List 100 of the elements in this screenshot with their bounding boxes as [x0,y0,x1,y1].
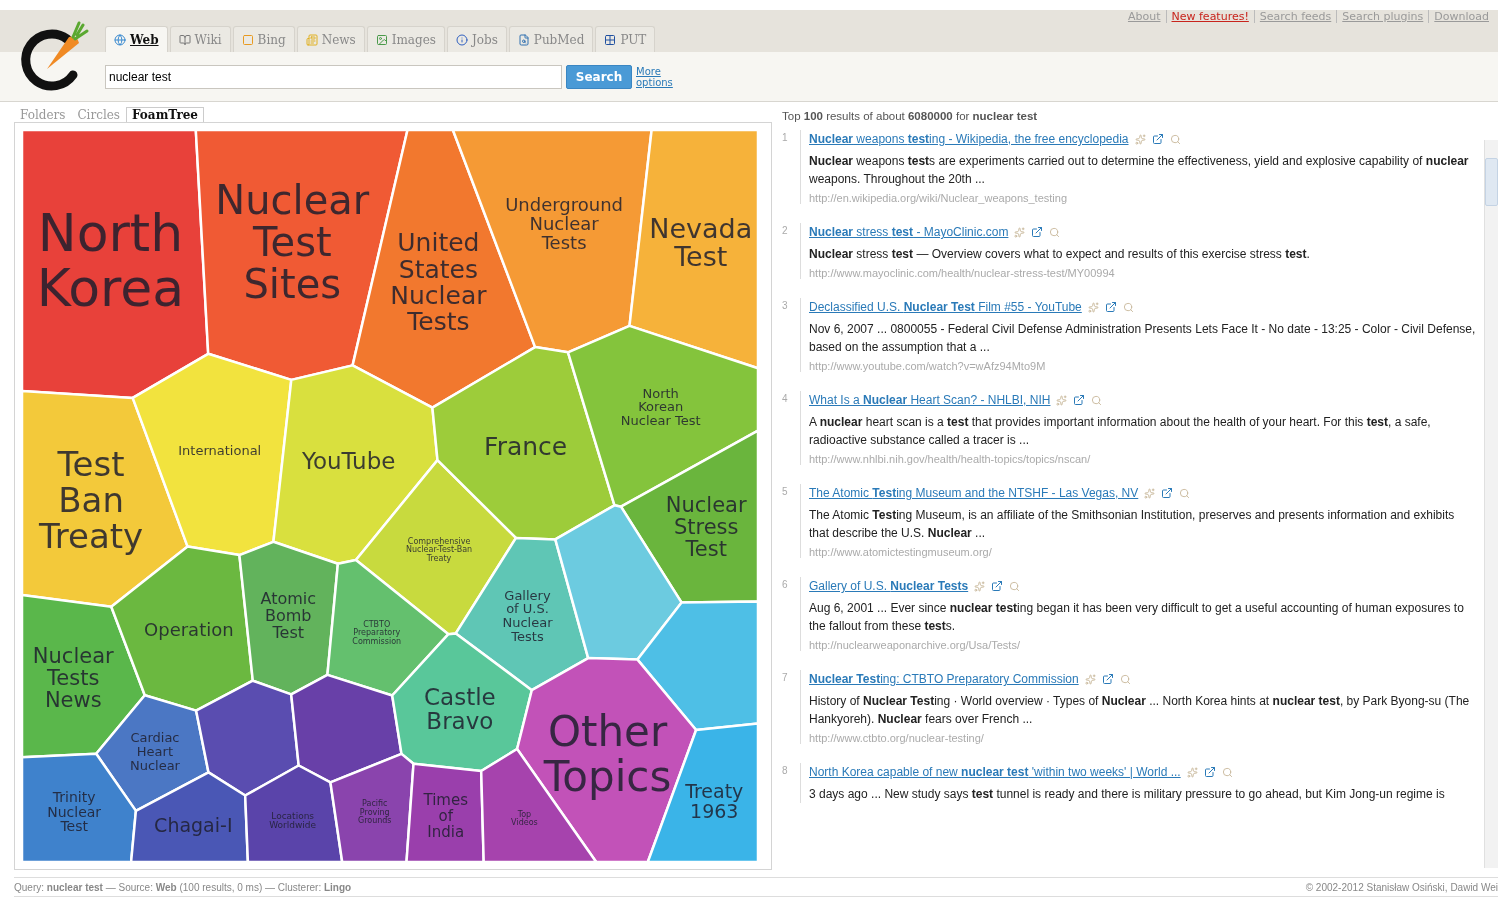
result-number: 8 [782,764,789,778]
result-snippet: A nuclear heart scan is a test that provides important information about the health of your heart. For this test, a safe, radioactive substance called a tracer is ... [809,414,1432,449]
result-snippet: 3 days ago ... New study says test tunnel is ready and there is military pressure to go ahead, but Kim Jong-un regime is [809,786,1446,803]
view-tab[interactable]: Folders [14,107,72,122]
result-url: http://www.atomictestingmuseum.org/ [809,546,993,558]
source-tab[interactable]: Jobs [446,26,507,52]
cluster-label: International [178,443,262,458]
cluster-label: Trinity Nuclear Test [47,788,102,835]
header-link[interactable]: About [1122,10,1166,23]
result-title-link[interactable]: What Is a Nuclear Heart Scan? - NHLBI, NIH [809,393,1051,407]
result-url: http://www.youtube.com/watch?v=wAfz94Mto9M [809,360,1047,372]
result-number: 6 [782,578,789,592]
external-link-icon[interactable] [1203,766,1216,778]
source-tab[interactable]: Images [366,26,445,52]
book-icon [178,33,191,46]
result-snippet: Aug 6, 2001 ... Ever since nuclear testing began it has been very difficult to get a useful accounting of human exposures to the fallout from these tests. [809,600,1465,635]
status-query: Query: nuclear test — Source: Web (100 results, 0 ms) — Clusterer: Lingo [14,881,352,893]
result-snippet: Nuclear weapons tests are experiments carried out to determine the effectiveness, yield and explosive capability of nuclear weapons. Throughout the 20th ... [809,153,1470,188]
result-number: 3 [782,299,789,313]
cluster-label: Gallery of U.S. Nuclear Tests [502,587,553,644]
cluster-label: North Korean Nuclear Test [620,385,701,429]
cluster-cell[interactable] [628,128,760,370]
cluster-label: CTBTO Preparatory Commission [352,619,402,646]
view-tab[interactable]: FoamTree [126,107,204,122]
square-icon [241,33,254,46]
header-link[interactable]: Search feeds [1253,10,1337,23]
source-tab[interactable]: PUT [595,26,656,52]
cluster-label: Locations Worldwide [269,810,317,831]
grid-icon [604,33,617,46]
result-snippet: The Atomic Testing Museum, is an affiliate of the Smithsonian Institution, preserves and presents information and exhibits that describe the U.S. Nuclear ... [809,507,1456,542]
external-link-icon[interactable] [1161,487,1174,499]
cluster-label: Nevada Test [649,212,753,273]
result-number: 1 [782,131,789,145]
cluster-label: Nuclear Test Sites [215,177,370,307]
result-title-link[interactable]: Nuclear stress test - MayoClinic.com [809,225,1009,239]
header-link[interactable]: Download [1428,10,1494,23]
result-snippet: Nuclear stress test — Overview covers what to expect and results of this exercise stress test. [809,246,1311,263]
image-icon [375,33,388,46]
cluster-label: Top Videos [511,809,538,828]
header-link[interactable]: Search plugins [1336,10,1429,23]
cluster-label: Atomic Bomb Test [260,589,317,642]
result-title-link[interactable]: North Korea capable of new nuclear test 'within two weeks' | World ... [809,765,1181,779]
info-icon [455,33,468,46]
globe-icon [114,33,126,46]
cluster-label: France [484,432,568,462]
cluster-cell[interactable] [194,679,300,797]
result-snippet: History of Nuclear Testing · World overview · Types of Nuclear ... North Korea hints at nuclear test, by Park Byong-su (The Hankyoreh). Nuclear fears over French ... [809,693,1471,728]
cluster-label: North Korea [36,203,185,318]
newspaper-icon [305,33,318,46]
result-title-link[interactable]: The Atomic Testing Museum and the NTSHF - Las Vegas, NV [809,486,1139,500]
cluster-label: Times of India [423,791,468,841]
result-title-link[interactable]: Gallery of U.S. Nuclear Tests [809,579,969,593]
external-link-icon[interactable] [991,580,1004,592]
cluster-cell[interactable] [20,128,210,400]
result-number: 2 [782,224,789,238]
source-tab[interactable]: Web [105,26,168,52]
external-link-icon[interactable] [1073,394,1086,406]
source-tab[interactable]: News [296,26,365,52]
cluster-cell[interactable] [129,771,250,864]
result-url: http://www.ctbto.org/nuclear-testing/ [809,732,985,744]
external-link-icon[interactable] [1104,301,1117,313]
result-number: 4 [782,392,789,406]
external-link-icon[interactable] [1151,133,1164,145]
cluster-label: Comprehensive Nuclear-Test-Ban Treaty [405,536,473,563]
copyright-text: © 2002-2012 Stanisław Osiński, Dawid Wei [1305,881,1498,893]
source-tab[interactable]: PubMed [508,26,594,52]
cluster-label: United States Nuclear Tests [390,228,487,337]
cluster-label: Cardiac Heart Nuclear [129,730,180,773]
document-search-icon [517,33,530,46]
search-field[interactable]: nuclear test [105,65,562,89]
external-link-icon[interactable] [1101,673,1114,685]
result-title-link[interactable]: Nuclear weapons testing - Wikipedia, the free encyclopedia [809,132,1129,146]
cluster-label: Chagai-I [154,813,233,836]
cluster-label: Treaty 1963 [685,779,744,822]
result-number: 5 [782,485,789,499]
results-summary: Top 100 results of about 6080000 for nuclear test [782,110,1039,122]
cluster-cell[interactable] [243,764,344,864]
result-url: http://nuclearweaponarchive.org/Usa/Tests/ [809,639,1021,651]
cluster-label: Operation [144,618,234,640]
result-number: 7 [782,671,789,685]
scrollbar[interactable] [1484,140,1498,868]
more-options-link[interactable]: More options [636,66,676,88]
result-title-link[interactable]: Declassified U.S. Nuclear Test Film #55 - YouTube [809,300,1082,314]
external-link-icon[interactable] [1031,226,1044,238]
cluster-cell[interactable] [289,673,403,784]
cluster-cell[interactable] [329,752,415,864]
search-button[interactable]: Search [566,65,632,89]
source-tab[interactable]: Wiki [169,26,231,52]
cluster-label: Other Topics [543,707,672,801]
result-url: http://en.wikipedia.org/wiki/Nuclear_weapons_testing [809,192,1069,204]
source-tab[interactable]: Bing [232,26,295,52]
result-url: http://www.mayoclinic.com/health/nuclear-stress-test/MY00994 [809,267,1116,279]
cluster-label: Underground Nuclear Tests [505,194,624,254]
result-title-link[interactable]: Nuclear Testing: CTBTO Preparatory Commission [809,672,1079,686]
cluster-label: Castle Bravo [424,684,496,735]
result-snippet: Nov 6, 2007 ... 0800055 - Federal Civil Defense Administration Presents Lets Face It - No date - 13:25 - Color - Civil Defense, based on the assumption that a ... [809,321,1476,356]
view-tab[interactable]: Circles [71,107,126,122]
cluster-label: Test Ban Treaty [39,444,144,556]
cluster-label: Pacific Proving Grounds [357,799,392,826]
header-link[interactable]: New features! [1165,10,1254,23]
